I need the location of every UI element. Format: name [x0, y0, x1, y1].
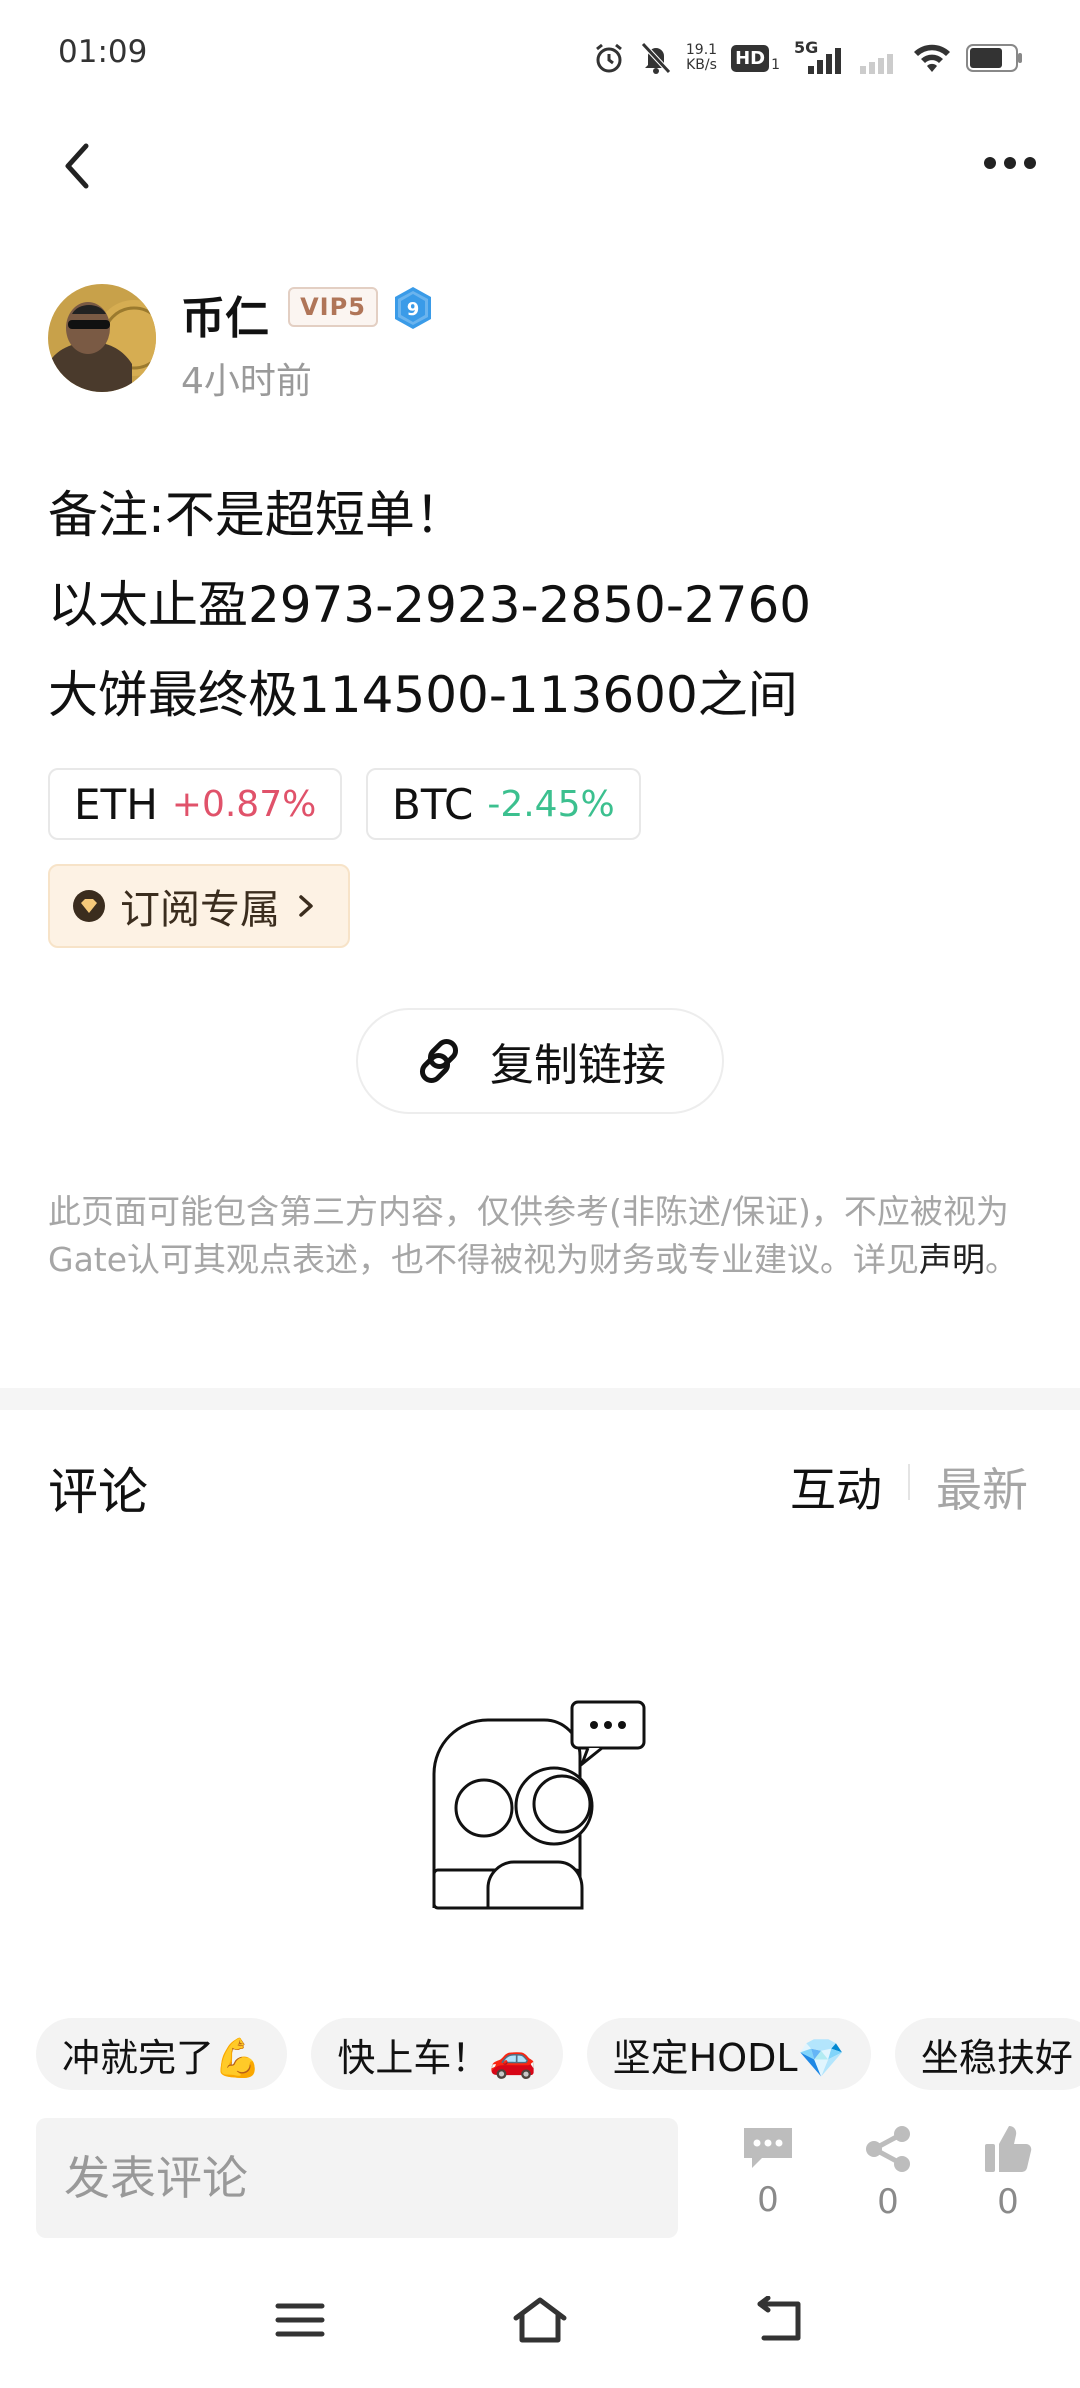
copy-link-label: 复制链接 [490, 1040, 666, 1091]
copy-link-button[interactable]: 复制链接 [356, 1008, 724, 1114]
status-time: 01:09 [58, 34, 148, 70]
empty-comments-illustration [420, 1694, 660, 1924]
mute-bell-icon [640, 41, 672, 75]
ticker-symbol: ETH [74, 779, 158, 829]
link-icon [419, 1038, 459, 1084]
nav-menu-button[interactable] [274, 2300, 326, 2340]
quick-replies: 冲就完了💪 快上车！🚗 坚定HODL💎 坐稳扶好 [36, 2018, 1080, 2090]
nav-home-button[interactable] [512, 2296, 568, 2344]
quick-reply-chip[interactable]: 冲就完了💪 [36, 2018, 288, 2090]
subscribe-label: 订阅专属 [120, 887, 280, 933]
share-button[interactable]: 0 [843, 2124, 933, 2222]
ticker-change: -2.45% [487, 783, 615, 825]
comments-title: 评论 [48, 1463, 148, 1521]
net-speed-value: 19.1 [685, 42, 718, 58]
share-icon [866, 2126, 910, 2172]
disclaimer-end: 。 [985, 1240, 1019, 1279]
status-icons: 19.1 KB/s HD 1 5G [592, 36, 1024, 80]
alarm-icon [592, 41, 626, 75]
return-icon [757, 2295, 801, 2341]
back-button[interactable] [52, 136, 100, 196]
hd-label: HD [731, 44, 770, 72]
net-speed-unit: KB/s [686, 57, 717, 73]
disclaimer-link[interactable]: 声明 [919, 1240, 985, 1279]
cellular-weak-icon [858, 38, 898, 78]
more-dots-icon [984, 157, 1036, 169]
post-line: 备注:不是超短单！ [48, 486, 465, 544]
post-line: 大饼最终极114500-113600之间 [48, 666, 798, 724]
level-number: 9 [407, 299, 420, 320]
ticker-chip-eth[interactable]: ETH +0.87% [48, 768, 343, 840]
quick-reply-chip[interactable]: 快上车！🚗 [311, 2018, 563, 2090]
quick-reply-chip[interactable]: 坐稳扶好 [894, 2018, 1080, 2090]
ticker-change: +0.87% [171, 783, 317, 825]
ticker-symbol: BTC [392, 779, 474, 829]
author-name[interactable]: 币仁 [181, 282, 269, 346]
cellular-5g-icon: 5G [794, 38, 844, 78]
chevron-left-icon [65, 143, 89, 189]
diamond-icon [73, 890, 105, 922]
disclaimer: 此页面可能包含第三方内容，仅供参考(非陈述/保证)，不应被视为Gate认可其观点… [48, 1188, 1028, 1284]
post-time: 4小时前 [181, 361, 312, 402]
net-speed: 19.1 KB/s [686, 43, 717, 73]
like-button[interactable]: 0 [963, 2124, 1053, 2222]
post-line: 以太止盈2973-2923-2850-2760 [48, 576, 812, 634]
chevron-right-icon [299, 895, 313, 917]
comment-icon [744, 2128, 792, 2168]
wifi-icon [912, 41, 952, 75]
avatar[interactable] [48, 284, 156, 392]
section-divider [0, 1388, 1080, 1410]
thumbs-up-icon [985, 2126, 1032, 2172]
vip-badge: VIP5 [288, 287, 378, 327]
network-label: 5G [794, 38, 819, 57]
sort-separator [908, 1464, 910, 1500]
comment-input[interactable] [36, 2118, 678, 2238]
ticker-chip-btc[interactable]: BTC -2.45% [366, 768, 641, 840]
sort-tab-hot[interactable]: 互动 [790, 1454, 882, 1520]
more-button[interactable] [980, 148, 1040, 178]
share-count: 0 [877, 2182, 899, 2222]
battery-icon [966, 43, 1024, 73]
comment-count-button[interactable]: 0 [723, 2124, 813, 2220]
hd-icon: HD 1 [731, 43, 780, 73]
disclaimer-text: 此页面可能包含第三方内容，仅供参考(非陈述/保证)，不应被视为Gate认可其观点… [48, 1192, 1009, 1279]
post-content: 备注:不是超短单！ 以太止盈2973-2923-2850-2760 大饼最终极1… [48, 470, 1038, 740]
level-badge: 9 [390, 285, 436, 331]
sort-tab-new[interactable]: 最新 [936, 1454, 1028, 1520]
like-count: 0 [997, 2182, 1019, 2222]
quick-reply-chip[interactable]: 坚定HODL💎 [586, 2018, 871, 2090]
menu-icon [275, 2303, 325, 2337]
home-icon [513, 2297, 567, 2343]
subscribe-button[interactable]: 订阅专属 [48, 864, 350, 948]
comment-count: 0 [757, 2180, 779, 2220]
nav-back-button[interactable] [754, 2295, 804, 2342]
hd-sub: 1 [771, 57, 780, 73]
